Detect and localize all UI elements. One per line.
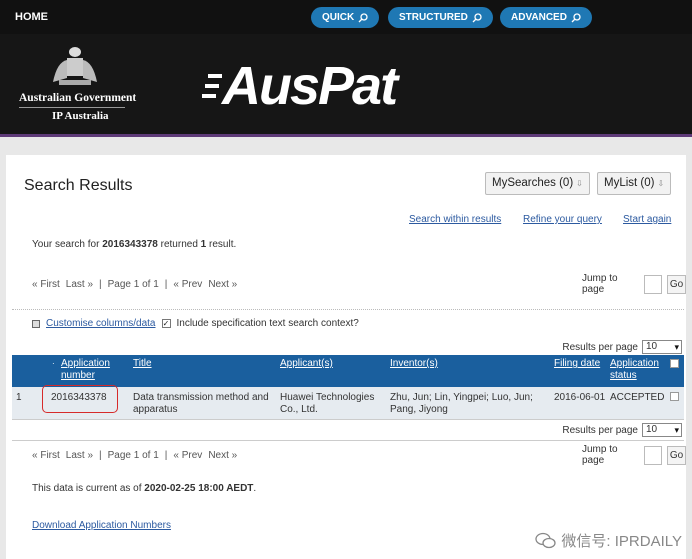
jump-page-input[interactable] — [644, 274, 663, 294]
divider — [12, 309, 684, 310]
quick-search-button[interactable]: QUICK — [311, 7, 380, 28]
logo-stripes-icon — [202, 74, 222, 98]
next-page-link[interactable]: Next » — [208, 279, 237, 290]
pager-bottom: « First Last » | Page 1 of 1 | « Prev Ne… — [32, 450, 237, 461]
rpp-label: Results per page — [562, 424, 638, 436]
last-page-link[interactable]: Last » — [66, 279, 93, 290]
mylist-label: MyList (0) — [604, 177, 655, 189]
row-applicant: Huawei Technologies Co., Ltd. — [280, 392, 375, 415]
last-page-link[interactable]: Last » — [66, 450, 93, 461]
wechat-icon — [535, 532, 557, 548]
mylist-button[interactable]: MyList (0) ⇩ — [597, 172, 672, 195]
wechat-watermark: 微信号: IPRDAILY — [535, 530, 682, 551]
summary-prefix: Your search for — [32, 239, 103, 250]
row-title: Data transmission method and apparatus — [133, 392, 269, 415]
jump-label: Jump to page — [582, 273, 618, 295]
include-spec-label: Include specification text search contex… — [176, 318, 359, 329]
page-indicator: Page 1 of 1 — [107, 279, 159, 290]
pager-separator: | — [164, 279, 168, 290]
advanced-search-label: ADVANCED — [511, 12, 567, 23]
include-spec-checkbox[interactable]: ✓ — [161, 319, 171, 328]
home-link[interactable]: HOME — [15, 11, 48, 23]
go-button[interactable]: Go — [667, 274, 686, 294]
coat-of-arms-icon — [53, 47, 97, 85]
gov-name: Australian Government — [19, 92, 137, 104]
col-status[interactable]: Application status — [610, 358, 666, 382]
col-title[interactable]: Title — [133, 358, 152, 370]
divider — [12, 440, 684, 441]
site-header: Australian Government IP Australia AusPa… — [0, 34, 692, 134]
rpp-select[interactable]: 10 — [642, 423, 682, 437]
results-table-header: · Application number Title Applicant(s) … — [12, 355, 684, 387]
currency-suffix: . — [253, 483, 257, 494]
col-application-number[interactable]: Application number — [61, 358, 125, 382]
row-select-checkbox[interactable] — [670, 392, 679, 401]
top-nav: HOME QUICK STRUCTURED ADVANCED — [0, 0, 692, 34]
refine-query-link[interactable]: Refine your query — [523, 214, 602, 225]
quick-search-label: QUICK — [322, 12, 355, 23]
row-status: ACCEPTED — [610, 392, 665, 403]
watermark-text: 微信号: IPRDAILY — [561, 533, 682, 550]
table-bottom-rule — [12, 419, 684, 420]
first-page-link[interactable]: « First — [32, 279, 60, 290]
search-icon — [472, 12, 482, 22]
jump-to-page-bottom: Jump to page Go — [582, 444, 686, 466]
prev-page-link[interactable]: « Prev — [173, 279, 202, 290]
first-page-link[interactable]: « First — [32, 450, 60, 461]
col-filing-date[interactable]: Filing date — [554, 358, 600, 370]
results-per-page-top: Results per page 10 — [562, 340, 682, 354]
next-page-link[interactable]: Next » — [208, 450, 237, 461]
col-inventor[interactable]: Inventor(s) — [390, 358, 438, 370]
search-within-results-link[interactable]: Search within results — [409, 214, 501, 225]
pager-separator: | — [99, 279, 102, 290]
currency-prefix: This data is current as of — [32, 483, 145, 494]
options-row: Customise columns/data ✓ Include specifi… — [32, 318, 359, 329]
auspat-logo[interactable]: AusPat — [202, 56, 398, 116]
search-icon — [571, 12, 581, 22]
results-per-page-bottom: Results per page 10 — [562, 423, 682, 437]
rpp-select[interactable]: 10 — [642, 340, 682, 354]
mysearches-label: MySearches (0) — [492, 177, 574, 189]
structured-search-label: STRUCTURED — [399, 12, 468, 23]
data-currency-note: This data is current as of 2020-02-25 18… — [32, 483, 256, 494]
customise-icon — [32, 319, 40, 328]
currency-date: 2020-02-25 18:00 AEDT — [144, 483, 254, 494]
summary-suffix: result. — [206, 239, 237, 250]
ip-australia-name: IP Australia — [52, 110, 109, 122]
col-applicant[interactable]: Applicant(s) — [280, 358, 333, 370]
page-indicator: Page 1 of 1 — [107, 450, 159, 461]
search-icon — [358, 12, 368, 22]
pager-separator: | — [164, 450, 168, 461]
arrow-down-icon: ⇩ — [657, 179, 665, 188]
select-all-checkbox[interactable] — [670, 359, 679, 368]
jump-label: Jump to page — [582, 444, 618, 466]
search-summary: Your search for 2016343378 returned 1 re… — [32, 239, 236, 250]
customise-columns-link[interactable]: Customise columns/data — [46, 318, 156, 329]
pager-separator: | — [99, 450, 102, 461]
search-query: 2016343378 — [102, 239, 158, 250]
row-inventor: Zhu, Jun; Lin, Yingpei; Luo, Jun; Pang, … — [390, 392, 533, 415]
gov-divider — [19, 107, 125, 108]
jump-to-page-top: Jump to page Go — [582, 273, 686, 295]
page-title: Search Results — [24, 177, 133, 194]
results-panel: Search Results MySearches (0) ⇩ MyList (0… — [6, 155, 686, 559]
structured-search-button[interactable]: STRUCTURED — [388, 7, 493, 28]
arrow-down-icon: ⇩ — [576, 179, 583, 188]
advanced-search-button[interactable]: ADVANCED — [500, 7, 592, 28]
rpp-label: Results per page — [562, 341, 638, 353]
summary-mid: returned — [157, 239, 201, 250]
row-filing-date: 2016-06-01 — [554, 392, 606, 403]
pager-top: « First Last » | Page 1 of 1 | « Prev Ne… — [32, 279, 237, 290]
go-button[interactable]: Go — [667, 445, 686, 465]
download-application-numbers-link[interactable]: Download Application Numbers — [32, 520, 171, 531]
highlight-annotation — [42, 385, 118, 413]
row-index: 1 — [16, 392, 22, 403]
mysearches-button[interactable]: MySearches (0) ⇩ — [485, 172, 590, 195]
jump-page-input[interactable] — [644, 445, 663, 465]
header-accent-line — [0, 134, 692, 137]
logo-text: AusPat — [222, 56, 398, 116]
prev-page-link[interactable]: « Prev — [173, 450, 202, 461]
start-again-link[interactable]: Start again — [623, 214, 671, 225]
sort-indicator-icon: · — [52, 359, 55, 368]
